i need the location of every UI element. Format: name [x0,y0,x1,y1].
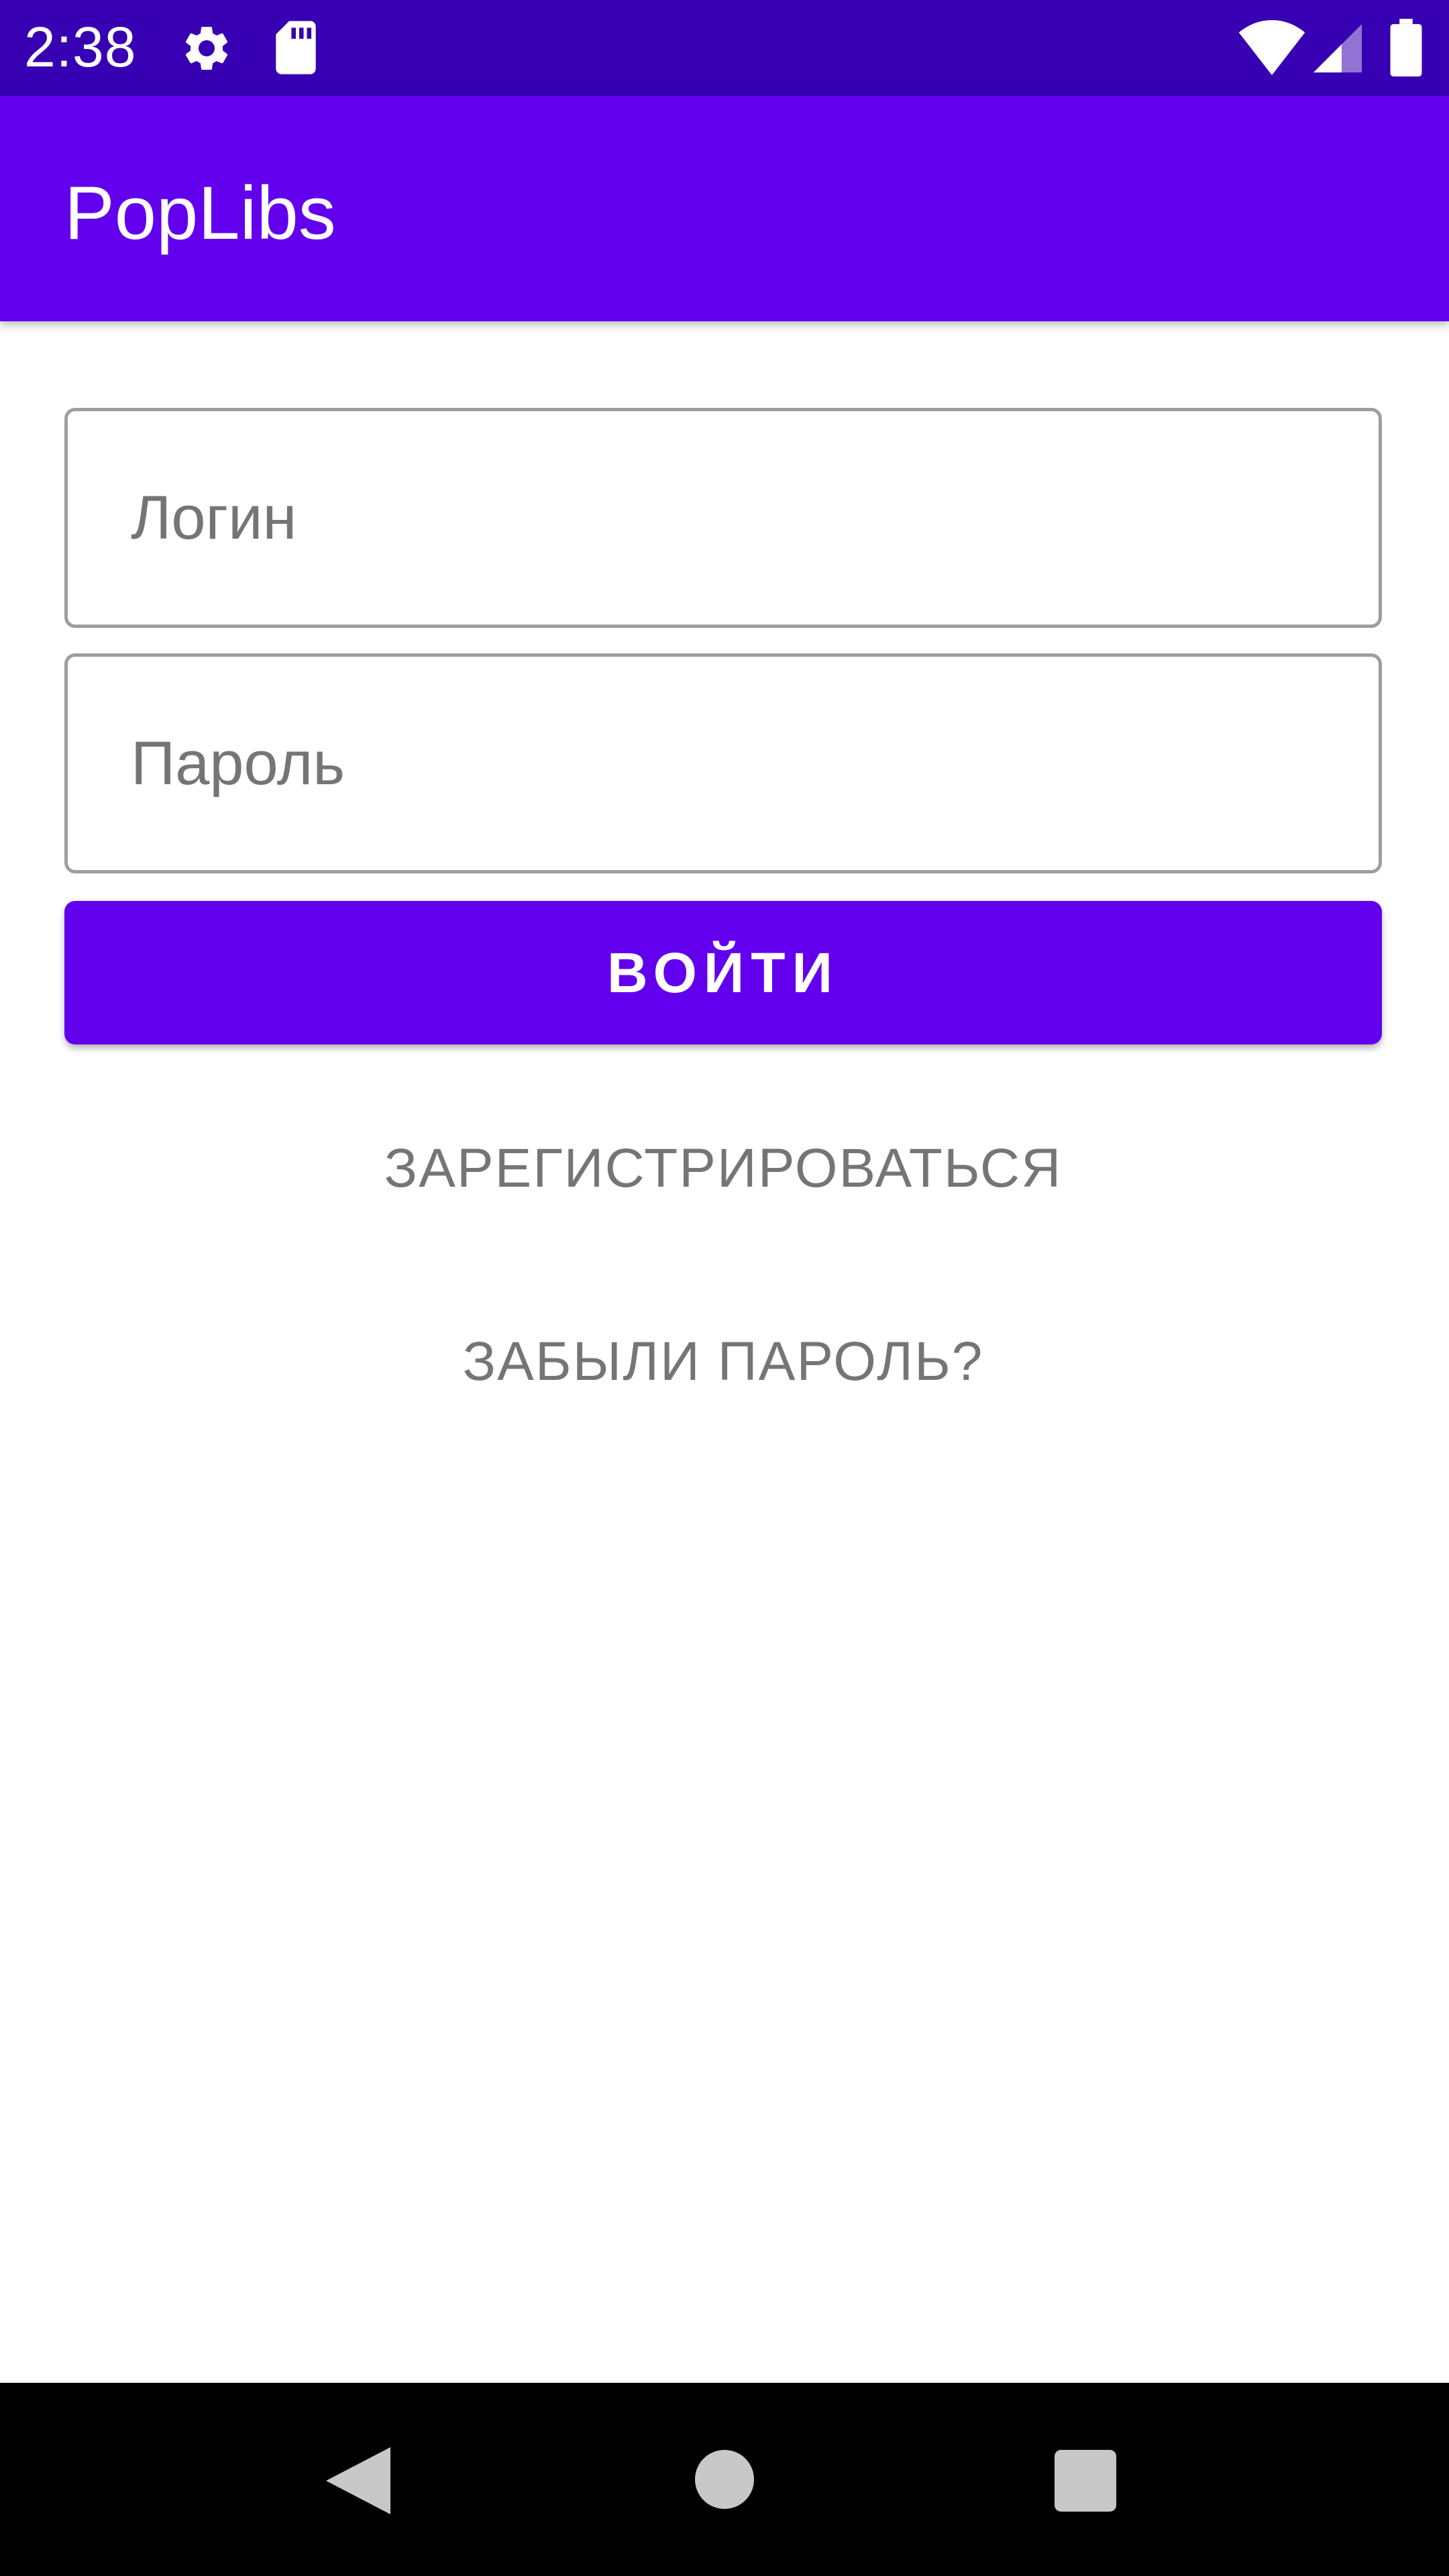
wifi-icon [1238,20,1305,75]
cell-signal-icon [1313,24,1362,72]
sd-card-icon [276,21,316,74]
password-field[interactable] [64,653,1382,873]
password-input[interactable] [68,657,1379,870]
settings-icon [185,26,228,70]
login-screen: 2:38 PopLibs ВОЙТ [0,0,1449,2576]
forgot-password-label: ЗАБЫЛИ ПАРОЛЬ? [462,1331,984,1392]
home-icon[interactable] [695,2450,754,2509]
back-icon[interactable] [326,2447,390,2514]
register-button-label: ЗАРЕГИСТРИРОВАТЬСЯ [384,1138,1063,1199]
battery-icon [1390,19,1422,76]
login-input[interactable] [68,411,1379,625]
status-bar: 2:38 [0,0,1449,96]
recents-icon[interactable] [1055,2450,1116,2512]
login-button[interactable]: ВОЙТИ [64,901,1382,1044]
app-title: PopLibs [64,171,336,255]
app-bar: PopLibs [0,96,1449,321]
navigation-bar [0,2383,1449,2576]
login-field[interactable] [64,408,1382,628]
status-time: 2:38 [24,15,137,78]
forgot-password-button[interactable]: ЗАБЫЛИ ПАРОЛЬ? [64,1308,1382,1415]
login-button-label: ВОЙТИ [607,941,839,1004]
register-button[interactable]: ЗАРЕГИСТРИРОВАТЬСЯ [64,1115,1382,1222]
